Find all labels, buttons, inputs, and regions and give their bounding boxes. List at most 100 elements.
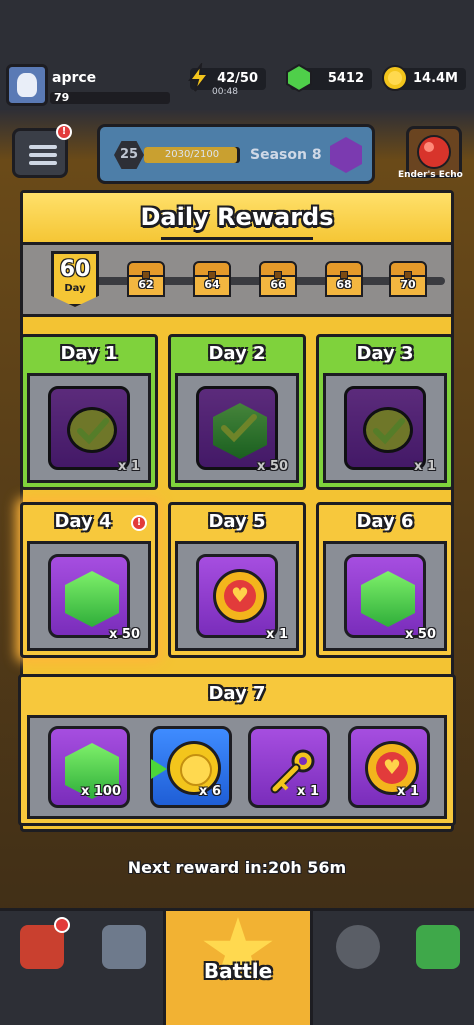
season-name: Season 8: [250, 147, 322, 163]
nav-equipment[interactable]: [82, 911, 162, 1025]
milestone-chest[interactable]: 64: [193, 261, 231, 297]
day-label: Day 1: [60, 343, 118, 364]
season-pass-panel[interactable]: 25 2030/2100 Season 8: [97, 124, 375, 184]
reward-tile: [48, 554, 130, 638]
armor-icon: [102, 925, 146, 969]
reward-tile: x 6: [150, 726, 232, 808]
milestone-chest[interactable]: 66: [259, 261, 297, 297]
nav-shop[interactable]: [0, 911, 80, 1025]
streak-day-label: Day: [64, 283, 86, 294]
day-card-1[interactable]: Day 1 x 1: [20, 334, 158, 490]
day-label: Day 2: [208, 343, 266, 364]
reward-tile: ♥: [196, 554, 278, 638]
milestone-day: 62: [138, 278, 154, 291]
milestone-chest[interactable]: 68: [325, 261, 363, 297]
battle-label: Battle: [203, 959, 273, 983]
day-card-7[interactable]: Day 7 x 100 x 6 x 1 ♥ x 1: [18, 674, 456, 826]
reward-slot: x 50: [27, 541, 151, 651]
day-label: Day 4: [54, 511, 112, 532]
reward-quantity: x 1: [397, 784, 419, 799]
menu-line: [29, 153, 57, 157]
day-card-3[interactable]: Day 3 x 1: [316, 334, 454, 490]
day-label: Day 6: [356, 511, 414, 532]
reward-slot: x 1: [323, 373, 447, 483]
reward-tile: x 100: [48, 726, 130, 808]
milestone-chest[interactable]: 62: [127, 261, 165, 297]
menu-line: [29, 161, 57, 165]
nav-skull[interactable]: [316, 911, 396, 1025]
milestone-day: 64: [204, 278, 220, 291]
reward-quantity: x 50: [256, 459, 288, 474]
season-progress-bar: 2030/2100: [144, 147, 240, 163]
reward-slot: x 1: [27, 373, 151, 483]
check-mark-icon: [221, 414, 257, 443]
energy-value: 42/50: [217, 71, 258, 86]
nav-battle[interactable]: Battle: [163, 911, 313, 1025]
reward-quantity: x 1: [297, 784, 319, 799]
coin-icon: [380, 63, 410, 93]
reward-quantity: x 1: [266, 627, 288, 642]
dialog-title: Daily Rewards: [140, 203, 334, 231]
streak-track: 60 Day 62 64 66 68 70: [23, 245, 451, 317]
season-level: 25: [114, 141, 144, 169]
reward-quantity: x 100: [80, 784, 121, 799]
day-label: Day 3: [356, 343, 414, 364]
claim-alert-badge: !: [131, 515, 147, 531]
season-emblem-icon: [330, 137, 362, 173]
energy-timer: 00:48: [212, 87, 238, 97]
streak-day-number: 60: [59, 257, 91, 282]
dialog-header: Daily Rewards: [23, 193, 451, 245]
day-label: Day 7: [208, 683, 266, 704]
reward-quantity: x 50: [108, 627, 140, 642]
day-card-5[interactable]: Day 5 ♥ x 1: [168, 502, 306, 658]
ticket-icon: [416, 925, 460, 969]
reward-tile: [48, 386, 130, 470]
lightning-icon: [184, 61, 214, 93]
day-card-6[interactable]: Day 6 x 50: [316, 502, 454, 658]
enders-echo-label: Ender's Echo: [398, 170, 463, 180]
gem-icon: [284, 63, 314, 93]
reward-quantity: x 1: [414, 459, 436, 474]
shop-alert-badge: [54, 917, 70, 933]
reward-tile: x 1: [248, 726, 330, 808]
skull-icon: [336, 925, 380, 969]
reward-tile: ♥ x 1: [348, 726, 430, 808]
reward-quantity: x 6: [199, 784, 221, 799]
reward-slot: x 50: [323, 541, 447, 651]
coin-counter[interactable]: 14.4M: [382, 65, 466, 91]
check-token-icon: [67, 407, 117, 453]
reward-tile: [344, 554, 426, 638]
day-card-4[interactable]: Day 4 ! x 50: [20, 502, 158, 658]
check-token-icon: [363, 407, 413, 453]
reward-slot: x 100 x 6 x 1 ♥ x 1: [27, 715, 447, 819]
milestone-day: 68: [336, 278, 352, 291]
reward-tile: [344, 386, 426, 470]
player-avatar[interactable]: [6, 64, 48, 106]
milestone-chest[interactable]: 70: [389, 261, 427, 297]
next-reward-timer: Next reward in:20h 56m: [127, 858, 347, 877]
nav-tickets[interactable]: [396, 911, 474, 1025]
day-card-2[interactable]: Day 2 x 50: [168, 334, 306, 490]
menu-line: [29, 145, 57, 149]
milestone-day: 70: [400, 278, 416, 291]
reward-slot: x 50: [175, 373, 299, 483]
reward-tile: [196, 386, 278, 470]
heart-coin-icon: ♥: [213, 569, 267, 623]
reward-quantity: x 1: [118, 459, 140, 474]
echo-orb-icon: [417, 135, 451, 169]
coin-value: 14.4M: [412, 71, 458, 86]
arrow-icon: [151, 759, 167, 779]
top-bar: aprce 79 42/50 00:48 5412 14.4M: [0, 0, 474, 110]
gem-icon: [361, 571, 415, 627]
gem-counter[interactable]: 5412: [286, 63, 372, 93]
bottom-nav: Battle: [0, 908, 474, 1025]
player-level: 79: [54, 91, 70, 104]
player-name: aprce: [52, 70, 97, 86]
menu-alert-badge: !: [56, 124, 72, 140]
gem-icon: [65, 571, 119, 627]
gem-value: 5412: [327, 71, 364, 86]
season-xp: 2030/2100: [164, 149, 220, 160]
reward-quantity: x 50: [404, 627, 436, 642]
title-underline: [161, 237, 313, 240]
reward-slot: ♥ x 1: [175, 541, 299, 651]
